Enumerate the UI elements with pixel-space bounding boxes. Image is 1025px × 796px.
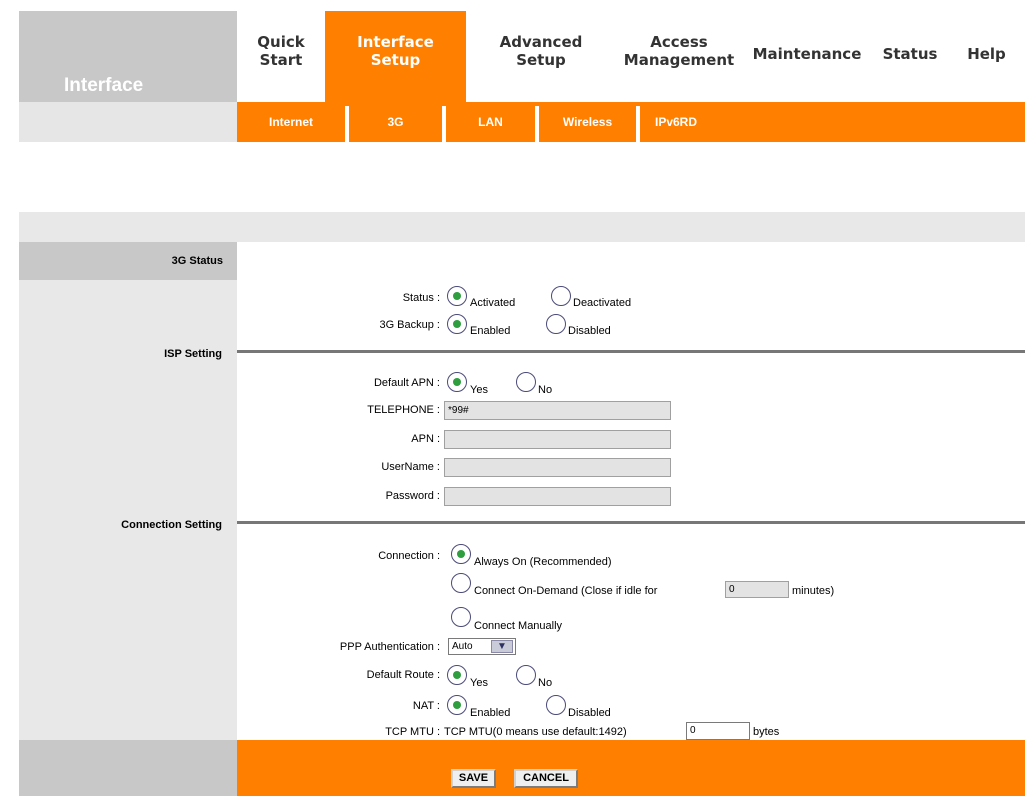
connection-manual-label: Connect Manually [474,620,563,632]
nav-help[interactable]: Help [948,11,1025,102]
section-title-3g-status: 3G Status [171,255,223,267]
connection-always-on-label: Always On (Recommended) [474,556,612,568]
cancel-button[interactable]: CANCEL [514,769,578,788]
nav-status[interactable]: Status [872,11,948,102]
connection-on-demand-radio[interactable] [451,573,471,593]
status-deactivated-label: Deactivated [573,297,632,309]
default-route-no-radio[interactable] [516,665,536,685]
default-apn-no-radio[interactable] [516,372,536,392]
nav-access-management[interactable]: Access Management [616,11,742,102]
ppp-auth-select[interactable]: Auto ▼ [448,638,516,655]
apn-label: APN : [411,433,440,445]
section-header-3g-status: 3G Status [19,242,237,280]
status-activated-label: Activated [470,297,516,309]
default-apn-yes-label: Yes [470,384,488,396]
status-deactivated-radio[interactable] [551,286,571,306]
tcp-mtu-input[interactable]: 0 [686,722,750,740]
section-title-isp-setting: ISP Setting [164,348,222,360]
apn-input[interactable] [444,430,671,449]
idle-minutes-input[interactable]: 0 [725,581,789,598]
backup-enabled-radio[interactable] [447,314,467,334]
backup-disabled-label: Disabled [568,325,611,337]
password-input[interactable] [444,487,671,506]
ppp-auth-label: PPP Authentication : [339,641,440,653]
footer-left-panel [19,740,237,796]
content-top-bar [19,212,1025,242]
nat-enabled-label: Enabled [470,707,511,719]
default-route-no-label: No [538,677,553,689]
tcp-mtu-unit: bytes [753,726,780,738]
save-button[interactable]: SAVE [451,769,496,788]
connection-always-on-radio[interactable] [451,544,471,564]
chevron-down-icon[interactable]: ▼ [491,640,513,653]
default-route-yes-radio[interactable] [447,665,467,685]
nav-interface-setup[interactable]: Interface Setup [325,11,466,102]
section-title-connection-setting: Connection Setting [121,519,222,531]
subnav-internet[interactable]: Internet [237,102,345,142]
nav-advanced-setup[interactable]: Advanced Setup [466,11,616,102]
nat-label: NAT : [412,700,440,712]
sub-nav: Internet 3G LAN Wireless IPv6RD [237,102,1025,142]
username-label: UserName : [381,461,440,473]
section-divider [237,350,1025,353]
subnav-wireless[interactable]: Wireless [539,102,636,142]
nav-maintenance[interactable]: Maintenance [742,11,872,102]
top-nav: Quick Start Interface Setup Advanced Set… [237,11,1025,102]
default-apn-label: Default APN : [373,377,440,389]
idle-minutes-unit: minutes) [792,585,835,597]
backup-enabled-label: Enabled [470,325,511,337]
default-route-yes-label: Yes [470,677,488,689]
brand-panel: Interface [19,11,237,102]
section-divider [237,521,1025,524]
password-label: Password : [385,490,440,502]
brand-sub-panel [19,102,237,142]
connection-manual-radio[interactable] [451,607,471,627]
tcp-mtu-hint: TCP MTU(0 means use default:1492) [444,726,627,738]
default-apn-yes-radio[interactable] [447,372,467,392]
connection-label: Connection : [378,550,440,562]
telephone-input[interactable]: *99# [444,401,671,420]
nat-enabled-radio[interactable] [447,695,467,715]
subnav-3g[interactable]: 3G [349,102,442,142]
router-config-page: Interface Quick Start Interface Setup Ad… [0,0,1025,796]
nav-quick-start[interactable]: Quick Start [237,11,325,102]
backup-label: 3G Backup : [379,319,440,331]
left-label-column [19,242,237,740]
status-activated-radio[interactable] [447,286,467,306]
backup-disabled-radio[interactable] [546,314,566,334]
status-label: Status : [402,292,440,304]
subnav-ipv6rd[interactable]: IPv6RD [640,102,712,142]
nat-disabled-radio[interactable] [546,695,566,715]
username-input[interactable] [444,458,671,477]
telephone-label: TELEPHONE : [367,404,440,416]
nat-disabled-label: Disabled [568,707,611,719]
tcp-mtu-label: TCP MTU : [385,726,440,738]
default-route-label: Default Route : [366,669,440,681]
footer-action-bar: SAVE CANCEL [237,740,1025,796]
connection-on-demand-label: Connect On-Demand (Close if idle for [474,585,658,597]
ppp-auth-value: Auto [452,641,473,652]
subnav-lan[interactable]: LAN [446,102,535,142]
brand-title: Interface [64,75,144,96]
default-apn-no-label: No [538,384,553,396]
